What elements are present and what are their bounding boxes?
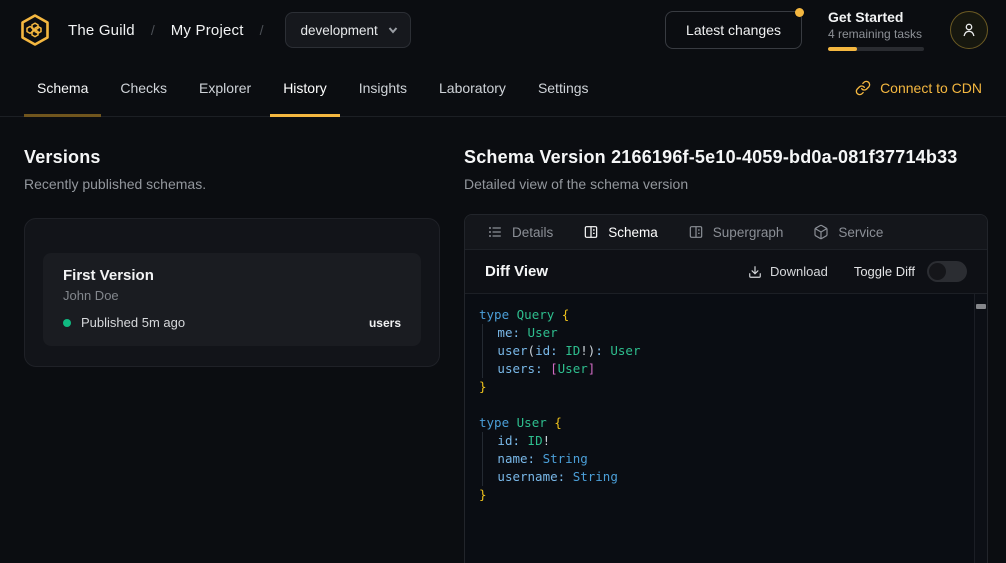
- code-line: me: User: [479, 324, 961, 342]
- breadcrumb-separator: /: [258, 22, 266, 38]
- panel-tab-label: Schema: [608, 225, 658, 240]
- versions-card: First Version John Doe Published 5m ago …: [24, 218, 440, 367]
- columns-icon: [583, 224, 599, 240]
- panel-tab-label: Service: [838, 225, 883, 240]
- progress-fill: [828, 47, 857, 51]
- connect-to-cdn-link[interactable]: Connect to CDN: [855, 60, 982, 116]
- diff-view-header: Diff View Download Toggle Diff: [465, 250, 987, 294]
- schema-code-viewer[interactable]: type Query {me: Useruser(id: ID!): Useru…: [465, 294, 987, 563]
- nav-tab-insights[interactable]: Insights: [346, 60, 420, 116]
- code-line: username: String: [479, 468, 961, 486]
- panel-tab-label: Supergraph: [713, 225, 784, 240]
- versions-panel: Versions Recently published schemas. Fir…: [24, 147, 440, 563]
- code-line: id: ID!: [479, 432, 961, 450]
- version-author: John Doe: [63, 288, 401, 303]
- breadcrumb-org[interactable]: The Guild: [68, 22, 135, 39]
- cube-icon: [813, 224, 829, 240]
- code-scrollbar[interactable]: [974, 294, 987, 563]
- code-line: users: [User]: [479, 360, 961, 378]
- nav-tab-laboratory[interactable]: Laboratory: [426, 60, 519, 116]
- version-meta-row: Published 5m ago users: [63, 315, 401, 330]
- link-icon: [855, 80, 871, 96]
- code-line: name: String: [479, 450, 961, 468]
- code-line: type Query {: [479, 306, 961, 324]
- panel-tab-schema[interactable]: Schema: [583, 224, 658, 240]
- toggle-diff-control: Toggle Diff: [854, 261, 967, 282]
- get-started-widget[interactable]: Get Started 4 remaining tasks: [828, 9, 924, 51]
- target-selector[interactable]: development: [285, 12, 410, 48]
- versions-title: Versions: [24, 147, 440, 168]
- versions-subtitle: Recently published schemas.: [24, 176, 440, 192]
- panel-tabs: Details Schema Supergraph Service: [465, 215, 987, 250]
- indent-guide: [482, 450, 497, 468]
- latest-changes-button[interactable]: Latest changes: [665, 11, 802, 49]
- diff-actions: Download Toggle Diff: [748, 261, 967, 282]
- indent-guide: [482, 324, 497, 342]
- breadcrumb-project[interactable]: My Project: [171, 22, 244, 39]
- get-started-progress-bar: [828, 47, 924, 51]
- breadcrumb: The Guild / My Project / development: [16, 11, 411, 49]
- chevron-down-icon: [388, 25, 398, 35]
- nav-tab-schema[interactable]: Schema: [24, 60, 101, 116]
- get-started-title: Get Started: [828, 9, 924, 25]
- panel-tab-service[interactable]: Service: [813, 224, 883, 240]
- service-badge: users: [369, 316, 401, 330]
- schema-version-subtitle: Detailed view of the schema version: [464, 176, 988, 192]
- code-line: [479, 396, 961, 414]
- download-icon: [748, 265, 762, 279]
- notification-dot: [795, 8, 804, 17]
- topbar: The Guild / My Project / development Lat…: [0, 0, 1006, 60]
- code-line: }: [479, 378, 961, 396]
- schema-version-title: Schema Version 2166196f-5e10-4059-bd0a-0…: [464, 147, 988, 168]
- switch-knob: [929, 263, 946, 280]
- panel-tab-label: Details: [512, 225, 553, 240]
- user-icon: [960, 21, 978, 39]
- indent-guide: [482, 468, 497, 486]
- panel-tab-supergraph[interactable]: Supergraph: [688, 224, 784, 240]
- nav-tab-settings[interactable]: Settings: [525, 60, 602, 116]
- topbar-right: Latest changes Get Started 4 remaining t…: [665, 9, 988, 51]
- nav-tabs: SchemaChecksExplorerHistoryInsightsLabor…: [24, 60, 608, 116]
- indent-guide: [482, 432, 497, 450]
- indent-guide: [482, 360, 497, 378]
- code-content: type Query {me: Useruser(id: ID!): Useru…: [479, 306, 961, 504]
- main-nav: SchemaChecksExplorerHistoryInsightsLabor…: [0, 60, 1006, 117]
- hive-logo-icon[interactable]: [16, 11, 54, 49]
- main-content: Versions Recently published schemas. Fir…: [0, 117, 1006, 563]
- diff-view-title: Diff View: [485, 263, 548, 280]
- user-avatar[interactable]: [950, 11, 988, 49]
- version-list-item[interactable]: First Version John Doe Published 5m ago …: [43, 253, 421, 346]
- version-name: First Version: [63, 267, 401, 284]
- app-root: The Guild / My Project / development Lat…: [0, 0, 1006, 563]
- list-icon: [487, 224, 503, 240]
- nav-tab-checks[interactable]: Checks: [107, 60, 180, 116]
- published-status-dot: [63, 319, 71, 327]
- nav-tab-history[interactable]: History: [270, 60, 340, 116]
- code-line: user(id: ID!): User: [479, 342, 961, 360]
- target-selector-value: development: [300, 23, 377, 38]
- code-line: }: [479, 486, 961, 504]
- toggle-diff-label: Toggle Diff: [854, 264, 915, 279]
- panel-tab-details[interactable]: Details: [487, 224, 553, 240]
- code-line: type User {: [479, 414, 961, 432]
- version-status: Published 5m ago: [81, 315, 185, 330]
- toggle-diff-switch[interactable]: [927, 261, 967, 282]
- schema-version-panel: Schema Version 2166196f-5e10-4059-bd0a-0…: [464, 147, 988, 563]
- indent-guide: [482, 342, 497, 360]
- download-button[interactable]: Download: [748, 264, 828, 279]
- get-started-subtitle: 4 remaining tasks: [828, 27, 924, 41]
- nav-tab-explorer[interactable]: Explorer: [186, 60, 264, 116]
- breadcrumb-separator: /: [149, 22, 157, 38]
- schema-detail-card: Details Schema Supergraph Service Diff View…: [464, 214, 988, 563]
- scrollbar-thumb[interactable]: [976, 304, 986, 309]
- columns-icon: [688, 224, 704, 240]
